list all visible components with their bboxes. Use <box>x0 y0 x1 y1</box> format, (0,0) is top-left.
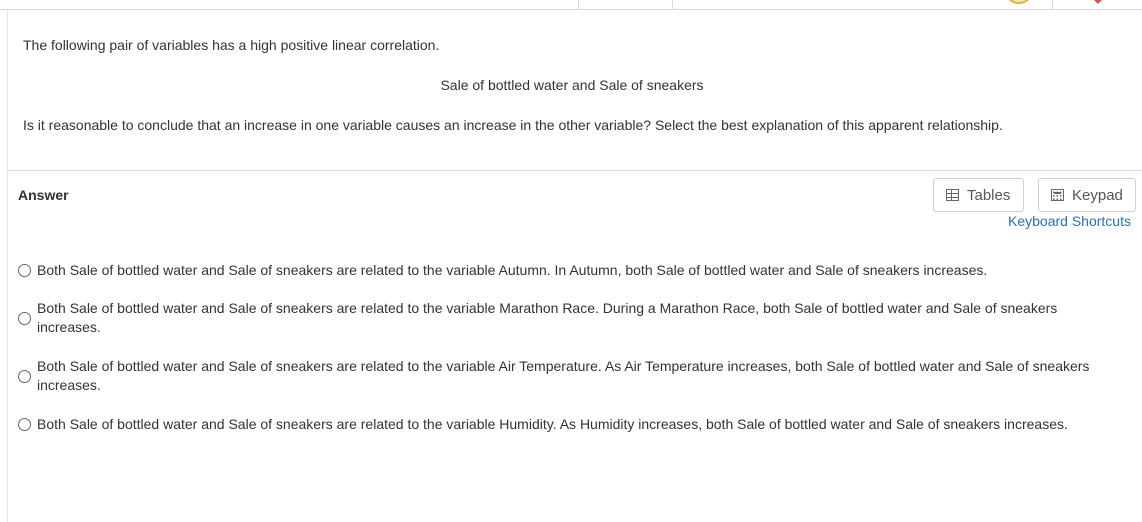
answer-option[interactable]: Both Sale of bottled water and Sale of s… <box>18 415 1128 434</box>
radio-button[interactable] <box>18 264 31 277</box>
top-header-strip <box>0 0 1142 10</box>
header-divider <box>672 0 673 10</box>
answer-option[interactable]: Both Sale of bottled water and Sale of s… <box>18 299 1128 337</box>
answer-option[interactable]: Both Sale of bottled water and Sale of s… <box>18 261 1128 280</box>
keypad-button[interactable]: Keypad <box>1038 178 1136 212</box>
badge-icon[interactable] <box>1004 0 1034 4</box>
answer-option-label[interactable]: Both Sale of bottled water and Sale of s… <box>37 357 1117 395</box>
page: The following pair of variables has a hi… <box>0 0 1142 522</box>
radio-button[interactable] <box>18 311 31 325</box>
question-intro: The following pair of variables has a hi… <box>23 37 440 53</box>
radio-button[interactable] <box>18 418 31 431</box>
question-panel: The following pair of variables has a hi… <box>8 10 1142 171</box>
table-icon <box>946 189 959 201</box>
question-prompt: Is it reasonable to conclude that an inc… <box>23 117 1003 133</box>
tables-button[interactable]: Tables <box>933 178 1024 212</box>
calculator-icon <box>1051 189 1064 201</box>
variable-pair: Sale of bottled water and Sale of sneake… <box>440 77 704 93</box>
answer-label: Answer <box>18 187 69 203</box>
answer-option-label[interactable]: Both Sale of bottled water and Sale of s… <box>37 415 1068 434</box>
keyboard-shortcuts-link[interactable]: Keyboard Shortcuts <box>1008 213 1131 229</box>
radio-button[interactable] <box>18 369 31 383</box>
answer-option-label[interactable]: Both Sale of bottled water and Sale of s… <box>37 261 987 280</box>
header-divider <box>578 0 579 10</box>
answer-option[interactable]: Both Sale of bottled water and Sale of s… <box>18 357 1128 395</box>
answer-option-label[interactable]: Both Sale of bottled water and Sale of s… <box>37 299 1117 337</box>
header-divider <box>1052 0 1053 10</box>
red-arrow-icon[interactable] <box>1094 0 1102 4</box>
tables-button-label: Tables <box>967 186 1011 204</box>
keypad-button-label: Keypad <box>1072 186 1123 204</box>
